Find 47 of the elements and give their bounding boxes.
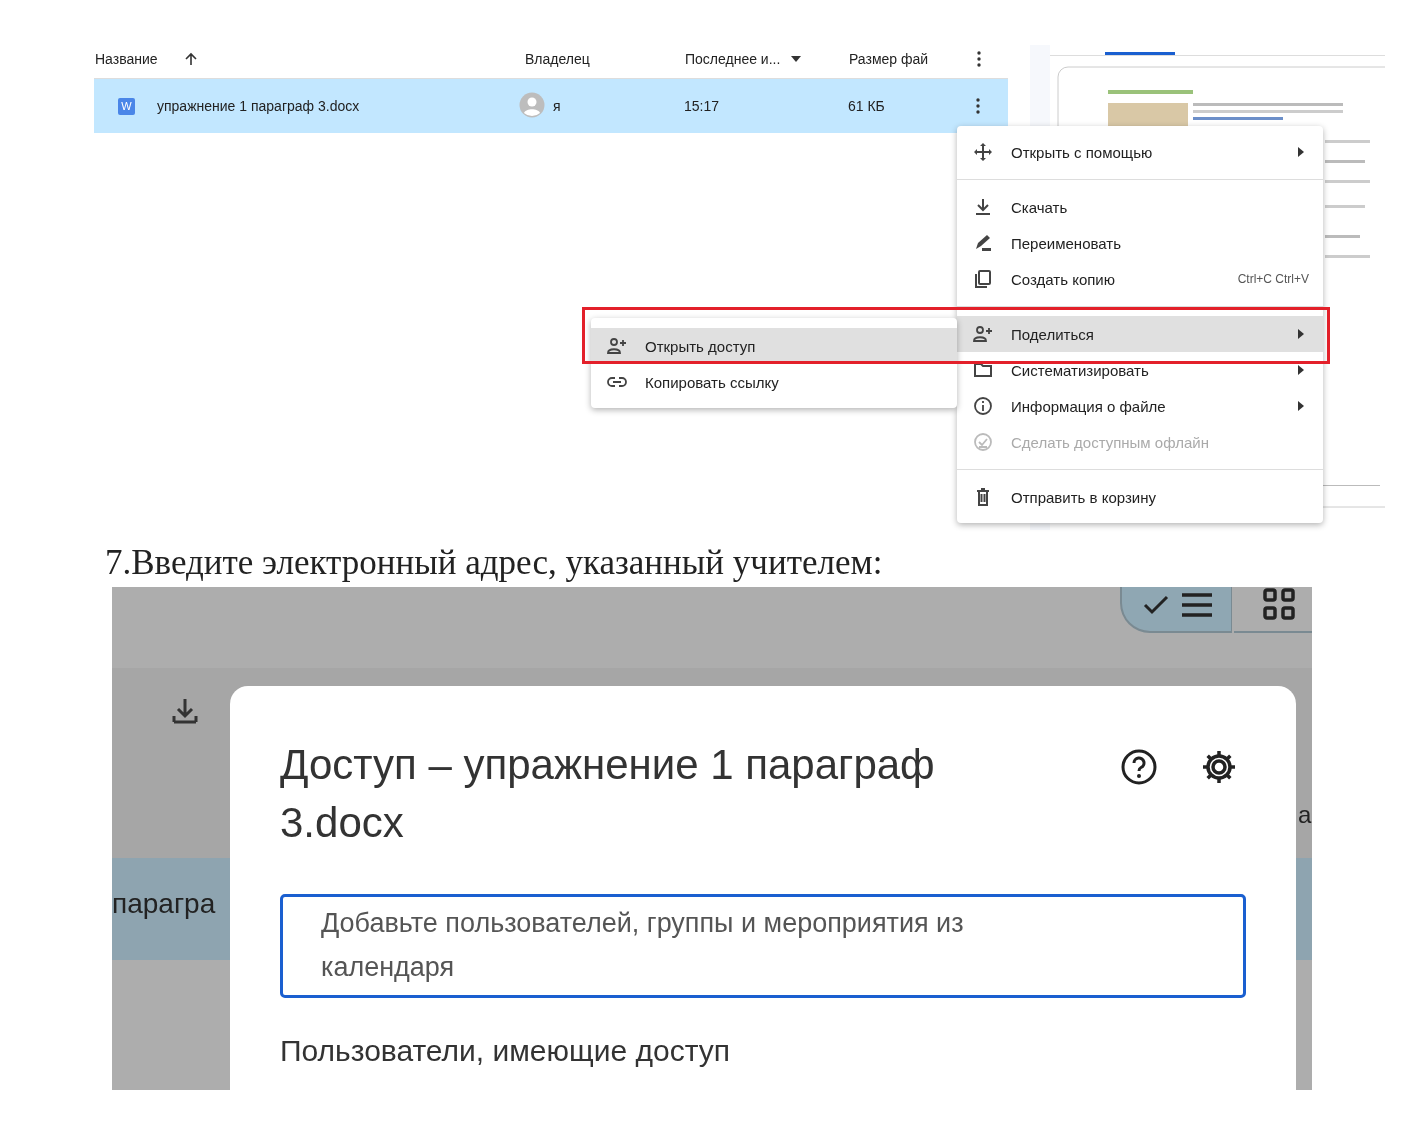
owner-name: я <box>553 98 561 114</box>
more-icon[interactable] <box>977 51 981 67</box>
file-name: парагра <box>112 888 216 920</box>
file-size: 61 КБ <box>848 98 885 114</box>
caret-down-icon[interactable] <box>790 55 803 63</box>
check-icon <box>1141 594 1170 616</box>
share-icon <box>973 324 993 344</box>
menu-item[interactable]: Скачать <box>957 189 1323 225</box>
menu-item[interactable]: Создать копию Ctrl+C Ctrl+V <box>957 261 1323 297</box>
menu-item[interactable]: Открыть доступ <box>591 328 957 364</box>
add-people-field[interactable]: Добавьте пользователей, группы и мероприятия из календаря <box>280 894 1246 998</box>
more-icon[interactable] <box>976 98 980 114</box>
column-header[interactable]: Владелец <box>525 51 590 67</box>
modified-time: 15:17 <box>684 98 720 114</box>
menu-item[interactable]: Информация о файле <box>957 388 1323 424</box>
word-file-icon: W <box>118 97 135 115</box>
menu-item[interactable]: Поделиться <box>957 316 1323 352</box>
menu-item[interactable]: Копировать ссылку <box>591 364 957 400</box>
rename-icon <box>973 233 993 253</box>
avatar-icon <box>519 92 545 118</box>
settings-icon[interactable] <box>1200 748 1238 786</box>
offline-icon <box>973 432 993 452</box>
instruction-text: 7.Введите электронный адрес, указанный учителем: <box>105 543 883 583</box>
grid-icon <box>1263 588 1295 620</box>
list-icon <box>1181 592 1212 618</box>
download-icon[interactable] <box>170 696 200 726</box>
file-row[interactable]: W упражнение 1 параграф 3.docx я 15:17 61 КБ <box>94 79 1008 133</box>
info-icon <box>973 396 993 416</box>
shortcut-hint: Ctrl+C Ctrl+V <box>1237 272 1309 286</box>
download-icon <box>973 197 993 217</box>
grid-view-button[interactable] <box>1234 587 1312 633</box>
column-header[interactable]: Последнее и... <box>685 51 781 67</box>
share-icon <box>607 336 627 356</box>
menu-item[interactable]: Отправить в корзину <box>957 479 1323 515</box>
list-view-button[interactable] <box>1120 587 1232 633</box>
menu-item[interactable]: Открыть с помощью <box>957 134 1323 170</box>
menu-item[interactable]: Переименовать <box>957 225 1323 261</box>
column-header[interactable]: Название <box>95 51 158 67</box>
column-header[interactable]: Размер фай <box>849 51 929 67</box>
partial-text: а <box>1298 801 1312 829</box>
file-name: упражнение 1 параграф 3.docx <box>157 98 360 114</box>
help-icon[interactable] <box>1120 748 1158 786</box>
dialog-title: Доступ – упражнение 1 параграф 3.docx <box>280 740 936 848</box>
menu-item[interactable]: Систематизировать <box>957 352 1323 388</box>
copy-icon <box>973 269 993 289</box>
section-heading: Пользователи, имеющие доступ <box>280 1034 731 1068</box>
sort-up-arrow-icon[interactable] <box>183 52 198 66</box>
